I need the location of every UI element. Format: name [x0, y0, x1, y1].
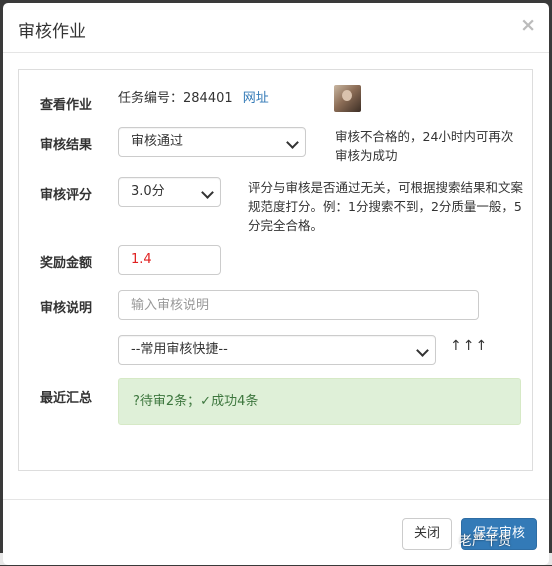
task-thumbnail[interactable] — [334, 85, 361, 112]
review-score-value: 3.0分 — [131, 184, 165, 199]
review-score-select[interactable]: 3.0分 — [118, 177, 221, 207]
review-result-select[interactable]: 审核通过 — [118, 127, 306, 157]
chevron-down-icon — [201, 186, 214, 199]
form-panel: 查看作业 任务编号：284401 网址 审核结果 审核通过 审核不合格的，24小… — [18, 69, 533, 471]
review-note-input[interactable] — [118, 290, 479, 320]
recent-summary-label: 最近汇总 — [40, 391, 93, 406]
chevron-down-icon — [416, 344, 429, 357]
task-url-link[interactable]: 网址 — [243, 91, 269, 106]
review-note-label: 审核说明 — [40, 301, 93, 316]
up-arrows-icon[interactable]: ↑↑↑ — [450, 338, 488, 354]
review-result-label: 审核结果 — [40, 138, 93, 153]
review-result-hint: 审核不合格的，24小时内可再次审核为成功 — [335, 129, 514, 163]
quick-review-select[interactable]: --常用审核快捷-- — [118, 335, 436, 365]
view-task-label: 查看作业 — [40, 98, 93, 113]
modal-title: 审核作业 — [18, 22, 86, 42]
watermark-text: 老严干货 — [459, 534, 512, 549]
quick-review-value: --常用审核快捷-- — [131, 342, 228, 357]
close-button[interactable]: 关闭 — [402, 518, 452, 550]
review-score-hint: 评分与审核是否通过无关，可根据搜索结果和文案规范度打分。例：1分搜索不到，2分质… — [248, 180, 524, 233]
close-icon[interactable]: × — [520, 14, 536, 36]
review-score-label: 审核评分 — [40, 188, 93, 203]
reward-amount-input[interactable]: 1.4 — [118, 245, 221, 275]
review-modal: 审核作业 × 查看作业 任务编号：284401 网址 审核结果 审核通过 审核不… — [3, 3, 549, 565]
modal-header: 审核作业 × — [3, 3, 549, 53]
reward-amount-label: 奖励金额 — [40, 256, 93, 271]
review-result-value: 审核通过 — [131, 134, 184, 149]
task-number: 任务编号：284401 网址 — [118, 87, 269, 106]
recent-summary-box: ?待审2条；✓成功4条 — [118, 378, 521, 425]
task-number-text: 任务编号：284401 — [118, 91, 233, 106]
chevron-down-icon — [286, 136, 299, 149]
